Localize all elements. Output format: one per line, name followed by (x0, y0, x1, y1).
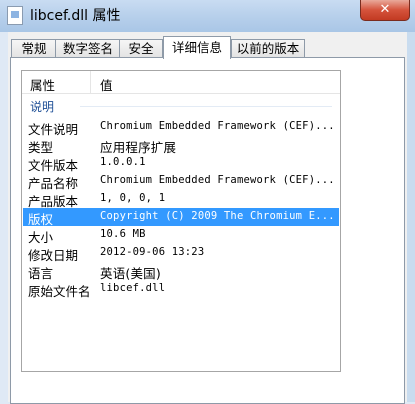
group-header-description: 说明 (30, 98, 332, 114)
property-value: 2012-09-06 13:23 (100, 246, 205, 258)
file-icon (7, 6, 23, 25)
tab-strip: 常规 数字签名 安全 详细信息 以前的版本 (8, 36, 407, 59)
list-item[interactable]: 原始文件名 libcef.dll (23, 280, 339, 299)
column-divider[interactable] (90, 71, 91, 93)
tab-security[interactable]: 安全 (119, 39, 163, 58)
list-item[interactable]: 产品版本 1, 0, 0, 1 (23, 190, 339, 209)
details-panel: 属性 值 说明 文件说明 Chromium Embedded Framework… (10, 57, 405, 404)
tab-general[interactable]: 常规 (11, 39, 57, 58)
property-name: 原始文件名 (28, 284, 91, 299)
property-value: 1.0.0.1 (100, 156, 146, 168)
group-divider (80, 106, 332, 107)
close-button[interactable]: ✕ (360, 0, 410, 21)
list-item[interactable]: 产品名称 Chromium Embedded Framework (CEF)..… (23, 172, 339, 191)
column-header-value[interactable]: 值 (100, 75, 113, 94)
list-item-selected[interactable]: 版权 Copyright (C) 2009 The Chromium E... (23, 208, 339, 227)
dialog-body: 常规 数字签名 安全 详细信息 以前的版本 属性 值 说明 文件说明 Chrom… (8, 32, 407, 404)
list-item[interactable]: 语言 英语(美国) (23, 262, 339, 281)
tab-details[interactable]: 详细信息 (163, 36, 231, 59)
title-bar[interactable]: libcef.dll 属性 ✕ (0, 0, 415, 32)
list-item[interactable]: 大小 10.6 MB (23, 226, 339, 245)
property-value: 10.6 MB (100, 228, 146, 240)
list-header: 属性 值 (22, 71, 340, 94)
property-value: Copyright (C) 2009 The Chromium E... (100, 210, 335, 222)
group-label: 说明 (30, 100, 55, 114)
column-header-property[interactable]: 属性 (30, 75, 55, 94)
property-value: libcef.dll (100, 282, 166, 294)
property-value: Chromium Embedded Framework (CEF)... (100, 174, 335, 186)
tab-previous-versions[interactable]: 以前的版本 (231, 39, 305, 58)
list-item[interactable]: 文件版本 1.0.0.1 (23, 154, 339, 173)
property-list[interactable]: 属性 值 说明 文件说明 Chromium Embedded Framework… (21, 70, 341, 372)
property-value: 1, 0, 0, 1 (100, 192, 166, 204)
window-title: libcef.dll 属性 (30, 8, 121, 24)
list-item[interactable]: 修改日期 2012-09-06 13:23 (23, 244, 339, 263)
list-item[interactable]: 类型 应用程序扩展 (23, 136, 339, 155)
property-value: Chromium Embedded Framework (CEF)... (100, 120, 335, 132)
list-item[interactable]: 文件说明 Chromium Embedded Framework (CEF)..… (23, 118, 339, 137)
tab-digital-signature[interactable]: 数字签名 (55, 39, 121, 58)
window-border (407, 32, 415, 402)
